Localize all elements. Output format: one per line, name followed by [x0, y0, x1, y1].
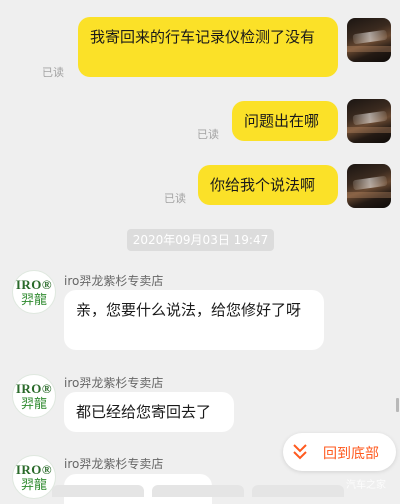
read-status: 已读	[42, 66, 64, 79]
message-text: 我寄回来的行车记录仪检测了没有	[90, 28, 316, 46]
quick-reply-chip[interactable]	[152, 485, 244, 497]
shop-logo-text: 羿龍	[20, 477, 47, 492]
my-avatar[interactable]	[347, 99, 391, 143]
shop-message-bubble[interactable]: 都已经给您寄回去了	[64, 392, 234, 432]
quick-reply-chip[interactable]	[252, 485, 344, 497]
message-text: 都已经给您寄回去了	[76, 403, 212, 421]
shop-avatar[interactable]: IRO® 羿龍	[12, 270, 56, 314]
scrollbar-thumb[interactable]	[396, 398, 399, 412]
my-avatar[interactable]	[347, 164, 391, 208]
shop-logo-text: 羿龍	[20, 396, 47, 411]
shop-name: iro羿龙紫杉专卖店	[64, 457, 164, 471]
shop-logo-text: IRO®	[15, 462, 53, 477]
my-message-bubble[interactable]: 我寄回来的行车记录仪检测了没有	[78, 17, 338, 77]
message-text: 问题出在哪	[244, 112, 320, 130]
shop-logo-text: 羿龍	[20, 292, 47, 307]
message-text: 你给我个说法啊	[210, 176, 316, 194]
watermark: 汽车之家	[346, 480, 386, 491]
quick-reply-chip[interactable]	[52, 485, 144, 497]
back-to-bottom-button[interactable]: 回到底部	[283, 433, 396, 471]
message-text: 亲，您要什么说法，给您修好了呀	[76, 301, 302, 319]
read-status: 已读	[197, 128, 219, 141]
shop-avatar[interactable]: IRO® 羿龍	[12, 455, 56, 499]
shop-logo-text: IRO®	[15, 381, 53, 396]
message-timestamp: 2020年09月03日 19:47	[127, 229, 274, 251]
shop-name: iro羿龙紫杉专卖店	[64, 376, 164, 390]
read-status: 已读	[164, 192, 186, 205]
shop-logo-text: IRO®	[15, 277, 53, 292]
double-chevron-down-icon	[293, 444, 307, 460]
my-avatar[interactable]	[347, 18, 391, 62]
back-to-bottom-label: 回到底部	[323, 446, 379, 462]
shop-name: iro羿龙紫杉专卖店	[64, 274, 164, 288]
my-message-bubble[interactable]: 问题出在哪	[232, 101, 338, 141]
shop-avatar[interactable]: IRO® 羿龍	[12, 374, 56, 418]
my-message-bubble[interactable]: 你给我个说法啊	[198, 165, 338, 205]
shop-message-bubble[interactable]: 亲，您要什么说法，给您修好了呀	[64, 290, 324, 350]
